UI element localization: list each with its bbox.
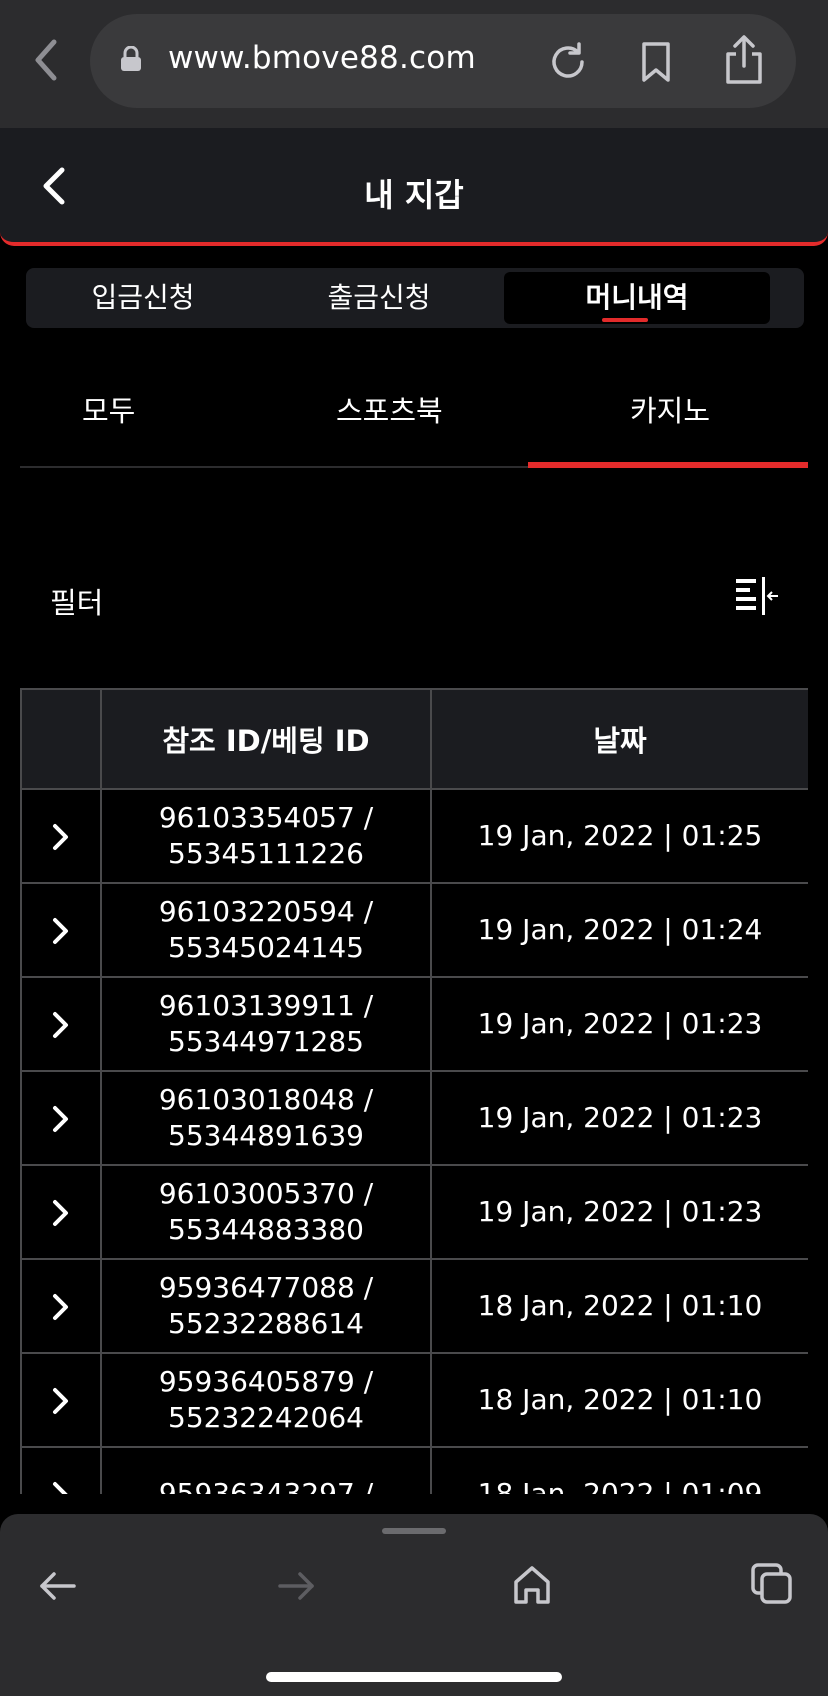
transaction-table-container: 참조 ID/베팅 ID 날짜 96103354057 /55345111226 1… (20, 688, 808, 1494)
wallet-tabs: 입금신청 출금신청 머니내역 (26, 268, 804, 328)
page-title: 내 지갑 (364, 176, 464, 214)
chevron-right-icon[interactable] (51, 822, 71, 852)
ref-id: 96103354057 / (158, 801, 374, 834)
bet-id: 55232288614 (168, 1307, 364, 1340)
bet-id: 55345024145 (168, 931, 364, 964)
category-tabs: 모두 스포츠북 카지노 (20, 370, 808, 468)
expand-column-header (20, 688, 102, 790)
bet-id: 55344891639 (168, 1119, 364, 1152)
home-indicator (266, 1672, 562, 1682)
bet-id: 55344971285 (168, 1025, 364, 1058)
chevron-right-icon[interactable] (51, 1104, 71, 1134)
nav-back-icon[interactable] (38, 1566, 78, 1606)
chevron-right-icon[interactable] (51, 1386, 71, 1416)
expand-cell[interactable] (20, 788, 102, 884)
ref-bet-id-cell: 96103018048 /55344891639 (100, 1070, 432, 1166)
ref-id: 96103005370 / (158, 1177, 374, 1210)
tab-deposit-request[interactable]: 입금신청 (26, 272, 260, 324)
date-cell: 18 Jan, 2022 | 01:09 (430, 1446, 808, 1494)
expand-cell[interactable] (20, 1164, 102, 1260)
date-cell: 18 Jan, 2022 | 01:10 (430, 1352, 808, 1448)
ref-bet-id-cell: 96103354057 /55345111226 (100, 788, 432, 884)
share-icon[interactable] (722, 34, 766, 86)
table-row[interactable]: 95936405879 /55232242064 18 Jan, 2022 | 0… (20, 1352, 808, 1448)
table-row[interactable]: 95936343297 / 18 Jan, 2022 | 01:09 (20, 1446, 808, 1494)
tab-casino[interactable]: 카지노 (630, 388, 710, 430)
lock-icon (121, 46, 141, 71)
chevron-right-icon[interactable] (51, 1480, 71, 1494)
address-bar[interactable]: www.bmove88.com (90, 14, 796, 108)
active-tab-indicator (602, 318, 648, 322)
sheet-grabber[interactable] (382, 1528, 446, 1534)
ref-bet-id-cell: 95936343297 / (100, 1446, 432, 1494)
tab-money-history[interactable]: 머니내역 (504, 272, 770, 324)
nav-forward-icon[interactable] (276, 1566, 316, 1606)
bet-id: 55232242064 (168, 1401, 364, 1434)
ref-id: 96103139911 / (158, 989, 374, 1022)
table-body: 96103354057 /55345111226 19 Jan, 2022 | 0… (20, 788, 808, 1494)
date-cell: 19 Jan, 2022 | 01:23 (430, 1070, 808, 1166)
ref-bet-id-cell: 96103220594 /55345024145 (100, 882, 432, 978)
expand-cell[interactable] (20, 1446, 102, 1494)
expand-cell[interactable] (20, 1258, 102, 1354)
table-row[interactable]: 96103220594 /55345024145 19 Jan, 2022 | 0… (20, 882, 808, 978)
expand-cell[interactable] (20, 882, 102, 978)
ref-id: 95936343297 / (158, 1477, 374, 1494)
ref-id: 96103220594 / (158, 895, 374, 928)
ref-id: 96103018048 / (158, 1083, 374, 1116)
home-icon[interactable] (512, 1562, 552, 1606)
browser-bottom-bar (0, 1514, 828, 1696)
tabs-icon[interactable] (750, 1562, 794, 1606)
transaction-table: 참조 ID/베팅 ID 날짜 96103354057 /55345111226 1… (20, 688, 808, 1494)
date-cell: 19 Jan, 2022 | 01:24 (430, 882, 808, 978)
chevron-right-icon[interactable] (51, 1292, 71, 1322)
expand-cell[interactable] (20, 1352, 102, 1448)
table-row[interactable]: 96103354057 /55345111226 19 Jan, 2022 | 0… (20, 788, 808, 884)
browser-back-icon[interactable] (28, 36, 64, 84)
ref-bet-id-cell: 95936405879 /55232242064 (100, 1352, 432, 1448)
tab-withdraw-request[interactable]: 출금신청 (260, 272, 498, 324)
ref-bet-id-cell: 96103005370 /55344883380 (100, 1164, 432, 1260)
reload-icon[interactable] (546, 40, 590, 84)
date-cell: 19 Jan, 2022 | 01:23 (430, 1164, 808, 1260)
date-column-header: 날짜 (430, 688, 808, 790)
bet-id: 55344883380 (168, 1213, 364, 1246)
browser-toolbar: www.bmove88.com (0, 0, 828, 128)
chevron-right-icon[interactable] (51, 1198, 71, 1228)
tab-all[interactable]: 모두 (82, 388, 135, 430)
table-row[interactable]: 95936477088 /55232288614 18 Jan, 2022 | 0… (20, 1258, 808, 1354)
date-cell: 19 Jan, 2022 | 01:25 (430, 788, 808, 884)
date-cell: 19 Jan, 2022 | 01:23 (430, 976, 808, 1072)
tab-money-history-label: 머니내역 (585, 281, 689, 314)
ref-id: 95936405879 / (158, 1365, 374, 1398)
table-row[interactable]: 96103139911 /55344971285 19 Jan, 2022 | 0… (20, 976, 808, 1072)
tab-sportsbook[interactable]: 스포츠북 (336, 388, 443, 430)
filter-toggle-icon[interactable] (734, 576, 780, 616)
ref-bet-id-cell: 95936477088 /55232288614 (100, 1258, 432, 1354)
app-header: 내 지갑 (0, 128, 828, 246)
active-category-indicator (528, 462, 808, 468)
expand-cell[interactable] (20, 976, 102, 1072)
chevron-right-icon[interactable] (51, 1010, 71, 1040)
expand-cell[interactable] (20, 1070, 102, 1166)
url-text: www.bmove88.com (168, 40, 476, 76)
table-row[interactable]: 96103018048 /55344891639 19 Jan, 2022 | 0… (20, 1070, 808, 1166)
table-row[interactable]: 96103005370 /55344883380 19 Jan, 2022 | 0… (20, 1164, 808, 1260)
bookmark-icon[interactable] (636, 40, 676, 84)
ref-id-column-header: 참조 ID/베팅 ID (100, 688, 432, 790)
filter-label: 필터 (50, 586, 104, 620)
ref-id: 95936477088 / (158, 1271, 374, 1304)
table-header-row: 참조 ID/베팅 ID 날짜 (20, 688, 808, 790)
bet-id: 55345111226 (168, 837, 364, 870)
date-cell: 18 Jan, 2022 | 01:10 (430, 1258, 808, 1354)
chevron-right-icon[interactable] (51, 916, 71, 946)
ref-bet-id-cell: 96103139911 /55344971285 (100, 976, 432, 1072)
